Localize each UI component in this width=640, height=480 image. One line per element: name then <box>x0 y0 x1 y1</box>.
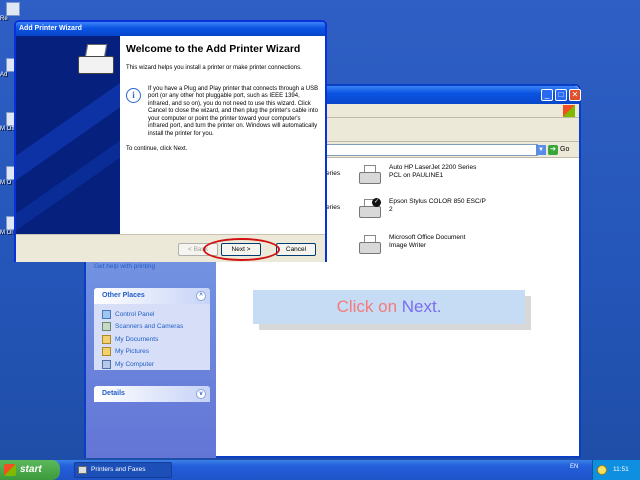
printer-item-default[interactable]: ✓ Epson Stylus COLOR 850 ESC/P 2 <box>358 198 489 220</box>
go-button[interactable]: ➔ Go <box>548 144 574 156</box>
other-places-panel: Other Places ^ Control Panel Scanners and… <box>94 288 210 370</box>
folder-icon <box>102 347 111 357</box>
scanner-icon <box>102 322 111 332</box>
printer-name: Microsoft Office Document Image Writer <box>389 234 466 249</box>
details-panel: Details v <box>94 386 210 402</box>
hint-text-next: Next. <box>401 297 442 316</box>
link-my-documents[interactable]: My Documents <box>94 333 210 346</box>
chevron-up-icon[interactable]: ^ <box>196 291 206 301</box>
printer-icon <box>358 164 382 186</box>
printer-item[interactable]: Microsoft Office Document Image Writer <box>358 234 479 256</box>
details-title: Details <box>102 390 125 397</box>
printer-icon <box>76 44 118 76</box>
next-button-highlight <box>203 238 280 261</box>
info-box: i If you have a Plug and Play printer th… <box>126 86 319 139</box>
hint-text-click: Click on <box>336 297 402 316</box>
link-scanners-cameras[interactable]: Scanners and Cameras <box>94 321 210 334</box>
link-label: My Documents <box>115 335 159 343</box>
help-link-label: Get help with printing <box>94 262 156 270</box>
chevron-down-icon[interactable]: ▼ <box>536 145 546 155</box>
info-text: If you have a Plug and Play printer that… <box>148 85 319 137</box>
printer-name-fragment: eries <box>326 170 341 177</box>
windows-logo-icon <box>563 105 575 117</box>
link-label: My Computer <box>115 360 155 368</box>
printer-item[interactable]: Auto HP LaserJet 2200 Series PCL on PAUL… <box>358 164 489 186</box>
add-printer-wizard-dialog: Add Printer Wizard Welcome to the Add Pr… <box>14 20 327 262</box>
link-label: My Pictures <box>115 348 149 356</box>
dialog-footer: < Back Next > Cancel <box>16 234 325 262</box>
recycle-bin-icon <box>6 2 20 16</box>
maximize-button[interactable]: □ <box>555 89 567 101</box>
start-button[interactable]: start <box>0 460 60 480</box>
tray-icon[interactable] <box>597 465 607 475</box>
printer-name: Epson Stylus COLOR 850 ESC/P 2 <box>389 198 486 213</box>
printer-name-fragment: eries <box>326 204 341 211</box>
printer-icon: ✓ <box>358 198 382 220</box>
tutorial-hint: Click on Next. <box>253 290 525 324</box>
link-control-panel[interactable]: Control Panel <box>94 308 210 321</box>
details-header[interactable]: Details v <box>94 386 210 402</box>
task-label: Printers and Faxes <box>91 466 146 473</box>
control-panel-icon <box>102 309 111 319</box>
chevron-down-icon[interactable]: v <box>196 389 206 399</box>
dialog-title: Add Printer Wizard <box>19 25 82 32</box>
printer-name: Auto HP LaserJet 2200 Series PCL on PAUL… <box>389 164 477 179</box>
go-label: Go <box>560 146 570 153</box>
start-label: start <box>20 464 42 475</box>
desktop-icon-recycle-bin[interactable]: Re <box>0 2 22 22</box>
other-places-title: Other Places <box>102 292 145 299</box>
folder-icon <box>102 334 111 344</box>
dialog-titlebar[interactable]: Add Printer Wizard <box>16 22 325 36</box>
link-label: Control Panel <box>115 310 155 318</box>
computer-icon <box>102 359 111 369</box>
wizard-banner <box>16 36 120 234</box>
printer-icon <box>78 466 87 474</box>
windows-logo-icon <box>4 464 16 476</box>
printer-icon <box>358 234 382 256</box>
go-arrow-icon: ➔ <box>548 145 558 155</box>
link-my-computer[interactable]: My Computer <box>94 358 210 371</box>
link-my-pictures[interactable]: My Pictures <box>94 346 210 359</box>
minimize-button[interactable]: _ <box>541 89 553 101</box>
cancel-button[interactable]: Cancel <box>276 243 316 256</box>
wizard-intro: This wizard helps you install a printer … <box>126 65 302 71</box>
taskbar: start Printers and Faxes EN 11:51 <box>0 460 640 480</box>
continue-text: To continue, click Next. <box>126 146 188 152</box>
link-label: Scanners and Cameras <box>115 323 184 331</box>
wizard-heading: Welcome to the Add Printer Wizard <box>126 43 301 55</box>
clock[interactable]: 11:51 <box>613 460 629 480</box>
default-printer-check-icon: ✓ <box>372 198 381 207</box>
wizard-content: Welcome to the Add Printer Wizard This w… <box>120 36 325 234</box>
taskbar-item-printers-faxes[interactable]: Printers and Faxes <box>74 462 172 478</box>
other-places-header[interactable]: Other Places ^ <box>94 288 210 304</box>
info-icon: i <box>126 87 141 103</box>
language-indicator[interactable]: EN <box>570 464 578 470</box>
close-button[interactable]: ✕ <box>569 89 581 101</box>
system-tray: 11:51 <box>592 460 640 480</box>
